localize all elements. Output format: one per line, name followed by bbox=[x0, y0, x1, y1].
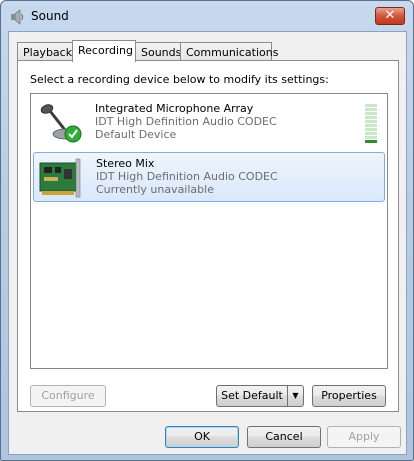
close-icon: ✕ bbox=[384, 8, 396, 23]
device-status: Currently unavailable bbox=[96, 183, 214, 196]
button-label: Configure bbox=[41, 389, 95, 402]
level-segment bbox=[365, 136, 377, 139]
button-label: Cancel bbox=[265, 430, 303, 443]
tab-label: Recording bbox=[78, 44, 134, 57]
level-segment bbox=[365, 120, 377, 123]
close-button[interactable]: ✕ bbox=[375, 7, 405, 25]
device-name: Stereo Mix bbox=[96, 157, 155, 170]
button-label: Apply bbox=[348, 430, 380, 443]
ok-button[interactable]: OK bbox=[165, 426, 239, 448]
device-name: Integrated Microphone Array bbox=[95, 102, 254, 115]
device-driver: IDT High Definition Audio CODEC bbox=[95, 115, 277, 128]
list-item-stereo-mix[interactable]: Stereo Mix IDT High Definition Audio COD… bbox=[33, 152, 385, 202]
sound-dialog: Sound ✕ Playback Recording Sounds Commun… bbox=[0, 0, 414, 461]
set-default-button[interactable]: Set Default ▼ bbox=[216, 385, 304, 407]
apply-button[interactable]: Apply bbox=[327, 426, 401, 448]
microphone-icon bbox=[40, 104, 82, 143]
level-segment bbox=[365, 140, 377, 143]
cancel-button[interactable]: Cancel bbox=[247, 426, 321, 448]
tab-communications[interactable]: Communications bbox=[180, 42, 278, 61]
level-segment bbox=[365, 132, 377, 135]
instructions-text: Select a recording device below to modif… bbox=[30, 73, 329, 86]
configure-button[interactable]: Configure bbox=[30, 385, 106, 407]
level-segment bbox=[365, 104, 377, 107]
sound-card-icon bbox=[39, 158, 81, 198]
level-segment bbox=[365, 108, 377, 111]
level-segment bbox=[365, 124, 377, 127]
tab-playback[interactable]: Playback bbox=[17, 42, 73, 61]
recording-panel: Select a recording device below to modif… bbox=[17, 60, 399, 412]
level-segment bbox=[365, 112, 377, 115]
button-label: Set Default bbox=[221, 389, 283, 402]
properties-button[interactable]: Properties bbox=[312, 385, 386, 407]
speaker-icon bbox=[11, 9, 23, 25]
list-item-integrated-microphone[interactable]: Integrated Microphone Array IDT High Def… bbox=[33, 98, 385, 148]
tab-label: Sounds bbox=[141, 46, 182, 59]
device-driver: IDT High Definition Audio CODEC bbox=[96, 170, 278, 183]
button-label: OK bbox=[194, 430, 210, 443]
tab-label: Communications bbox=[186, 46, 279, 59]
device-status: Default Device bbox=[95, 128, 177, 141]
dialog-body: Playback Recording Sounds Communications… bbox=[8, 31, 407, 455]
button-label: Properties bbox=[321, 389, 377, 402]
tab-sounds[interactable]: Sounds bbox=[135, 42, 181, 61]
level-meter bbox=[365, 104, 377, 144]
title-bar[interactable]: Sound ✕ bbox=[1, 1, 413, 31]
tab-label: Playback bbox=[23, 46, 73, 59]
level-segment bbox=[365, 116, 377, 119]
window-title: Sound bbox=[31, 9, 69, 23]
device-list[interactable]: Integrated Microphone Array IDT High Def… bbox=[30, 93, 388, 369]
tab-recording[interactable]: Recording bbox=[72, 40, 136, 62]
level-segment bbox=[365, 128, 377, 131]
chevron-down-icon[interactable]: ▼ bbox=[287, 386, 303, 406]
